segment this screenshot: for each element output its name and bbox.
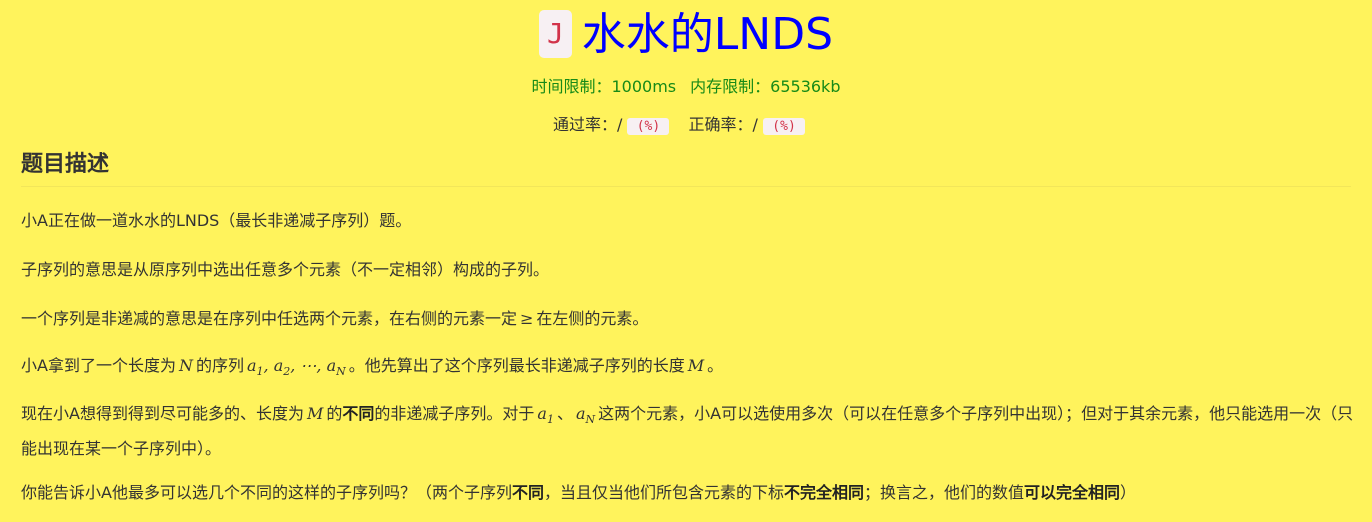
- paragraph-6: 你能告诉小A他最多可以选几个不同的这样的子序列吗？（两个子序列不同，当且仅当他们…: [21, 478, 1356, 507]
- bold-text: 不同: [342, 404, 375, 423]
- text: 、: [556, 404, 573, 423]
- paragraph-2: 子序列的意思是从原序列中选出任意多个元素（不一定相邻）构成的子列。: [21, 260, 550, 279]
- var: a: [273, 356, 284, 375]
- sub: 1: [546, 413, 554, 427]
- text: 的非递减子序列。对于: [374, 404, 535, 423]
- sub: 1: [256, 365, 264, 379]
- text: ；换言之，他们的数值: [864, 483, 1025, 502]
- text: ，当且仅当他们所包含元素的下标: [543, 483, 784, 502]
- math-M: M: [687, 356, 705, 375]
- paragraph-1: 小A正在做一道水水的LNDS（最长非递减子序列）题。: [21, 211, 412, 230]
- paragraph-4: 小A拿到了一个长度为 N 的序列 a1, a2, ⋯, aN 。他先算出了这个序列最长非…: [21, 351, 1356, 386]
- paragraph-3: 一个序列是非递减的意思是在序列中任选两个元素，在右侧的元素一定 ≥ 在左侧的元素。: [21, 304, 1356, 333]
- text: 小A拿到了一个长度为: [21, 356, 176, 375]
- var: a: [246, 356, 257, 375]
- text: 现在小A想得到得到尽可能多的、长度为: [21, 404, 304, 423]
- sub: N: [585, 413, 596, 427]
- bold-text: 不完全相同: [783, 483, 864, 502]
- var: a: [575, 404, 586, 423]
- problem-title-text: 水水的LNDS: [581, 9, 834, 60]
- text: 的: [326, 404, 343, 423]
- correct-rate-label: 正确率：/: [688, 115, 758, 134]
- text: 你能告诉小A他最多可以选几个不同的这样的子序列吗？（两个子序列: [21, 483, 512, 502]
- bold-text: 不同: [511, 483, 544, 502]
- math-sequence: a1, a2, ⋯, aN: [246, 356, 346, 379]
- text: 。: [707, 356, 724, 375]
- rates: 通过率：/ (%) 正确率：/ (%): [0, 111, 1372, 135]
- memory-limit: 内存限制：65536kb: [690, 77, 841, 96]
- var: a: [537, 404, 547, 423]
- sub: N: [336, 365, 346, 379]
- time-limit: 时间限制：1000ms: [531, 77, 677, 96]
- limits: 时间限制：1000ms 内存限制：65536kb: [0, 73, 1372, 97]
- text: 的序列: [195, 356, 244, 375]
- text: 。他先算出了这个序列最长非递减子序列的长度: [348, 356, 685, 375]
- math-aN: aN: [575, 404, 596, 427]
- var: a: [326, 356, 337, 375]
- dots: ⋯: [300, 356, 317, 375]
- problem-id-badge: J: [538, 10, 572, 58]
- sub: 2: [283, 365, 291, 379]
- text: 在左侧的元素。: [536, 309, 649, 328]
- section-heading: 题目描述: [21, 152, 110, 177]
- pass-rate-value: (%): [627, 118, 670, 135]
- math-N: N: [178, 356, 193, 375]
- text: ）: [1120, 483, 1137, 502]
- divider: [21, 186, 1351, 187]
- math-a1: a1: [537, 404, 554, 427]
- math-geq: ≥: [520, 309, 534, 328]
- text: 一个序列是非递减的意思是在序列中任选两个元素，在右侧的元素一定: [21, 309, 518, 328]
- math-M: M: [306, 404, 324, 423]
- bold-text: 可以完全相同: [1024, 483, 1121, 502]
- correct-rate-value: (%): [763, 118, 806, 135]
- paragraph-5: 现在小A想得到得到尽可能多的、长度为 M 的不同的非递减子序列。对于 a1、 aN 这两个…: [21, 399, 1356, 463]
- pass-rate-label: 通过率：/: [552, 115, 623, 134]
- problem-title: J 水水的LNDS: [0, 6, 1372, 64]
